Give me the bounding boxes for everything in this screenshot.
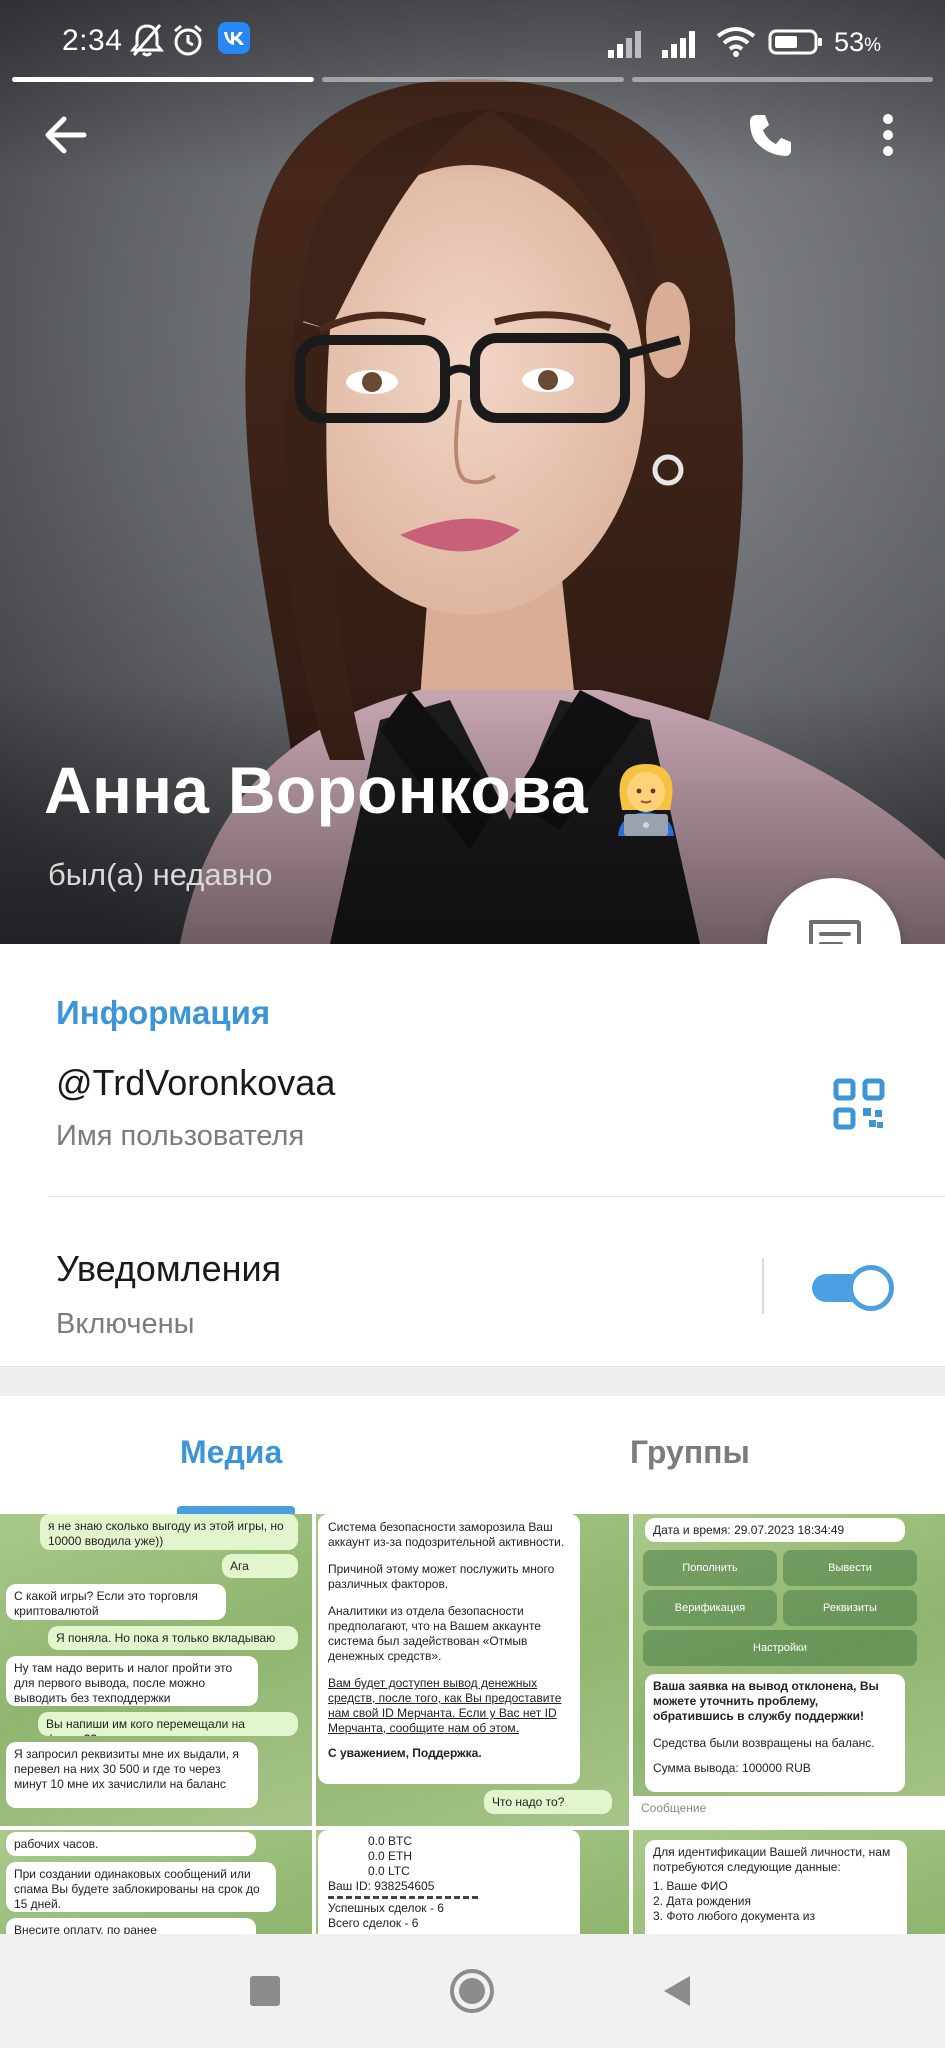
notifications-status: Включены <box>56 1308 195 1340</box>
message-text: 0.0 BTC <box>368 1834 413 1848</box>
system-navigation-bar <box>0 1934 945 2048</box>
username-caption: Имя пользователя <box>56 1120 305 1152</box>
media-grid: я не знаю сколько выгоду из этой игры, н… <box>0 1514 945 1934</box>
message-text: 0.0 LTC <box>368 1864 410 1878</box>
keyboard-button: Вывести <box>783 1550 917 1586</box>
chat-bubble: Внесите оплату, по ранее <box>6 1918 256 1934</box>
profile-header: 2:34 53% Анна Воронкова был(а) недавно <box>0 0 945 944</box>
more-vertical-icon <box>883 114 893 156</box>
media-thumbnail[interactable]: я не знаю сколько выгоду из этой игры, н… <box>0 1514 312 1826</box>
section-separator <box>0 1366 945 1396</box>
chat-bubble: я не знаю сколько выгоду из этой игры, н… <box>40 1514 298 1550</box>
message-text: Средства были возвращены на баланс. <box>653 1736 875 1750</box>
divider <box>48 1196 945 1197</box>
qr-code-icon[interactable] <box>833 1078 885 1130</box>
message-text: Ваша заявка на вывод отклонена, Вы может… <box>653 1679 879 1723</box>
message-text: 3. Фото любого документа из <box>653 1909 815 1923</box>
message-text: Сумма вывода: 100000 RUB <box>653 1761 811 1775</box>
info-section: Информация @TrdVoronkovaa Имя пользовате… <box>0 944 945 1366</box>
recent-apps-button[interactable] <box>240 1966 290 2016</box>
toggle-knob <box>848 1265 894 1311</box>
photo-progress-bar <box>632 77 933 82</box>
chat-bubble: Что надо то? <box>484 1790 612 1814</box>
chat-bubble-group: 0.0 BTC 0.0 ETH 0.0 LTC Ваш ID: 93825460… <box>318 1830 580 1934</box>
mute-icon <box>130 24 164 57</box>
notifications-label: Уведомления <box>56 1248 282 1289</box>
chat-bubble: Ага <box>222 1554 298 1578</box>
last-seen-status: был(а) недавно <box>48 857 273 892</box>
message-text: Система безопасности заморозила Ваш акка… <box>328 1520 565 1549</box>
tab-media[interactable]: Медиа <box>180 1434 282 1471</box>
tab-groups[interactable]: Группы <box>630 1434 750 1471</box>
message-input: Сообщение <box>633 1796 945 1826</box>
message-text: Успешных сделок - 6 <box>328 1901 444 1915</box>
notifications-row[interactable]: Уведомления Включены <box>0 1198 945 1366</box>
chat-bubble: С какой игры? Если это торговля криптова… <box>6 1584 226 1620</box>
arrow-left-icon <box>45 116 87 154</box>
media-thumbnail[interactable]: 0.0 BTC 0.0 ETH 0.0 LTC Ваш ID: 93825460… <box>316 1830 629 1934</box>
chat-bubble-group: Система безопасности заморозила Ваш акка… <box>318 1514 580 1784</box>
woman-technologist-emoji <box>618 764 674 836</box>
message-text: Аналитики из отдела безопасности предпол… <box>328 1604 541 1663</box>
chat-bubble-group: Для идентификации Вашей личности, нам по… <box>645 1840 907 1934</box>
more-options-button[interactable] <box>848 95 928 175</box>
photo-progress-bar <box>322 77 624 82</box>
chat-bubble: При создании одинаковых сообщений или сп… <box>6 1862 276 1912</box>
chat-bubble: Я запросил реквизиты мне их выдали, я пе… <box>6 1742 258 1808</box>
back-button[interactable] <box>26 95 106 175</box>
media-thumbnail[interactable]: Система безопасности заморозила Ваш акка… <box>316 1514 629 1826</box>
divider <box>328 1896 478 1899</box>
notifications-toggle[interactable] <box>812 1261 894 1311</box>
message-text: С уважением, Поддержка. <box>328 1746 482 1760</box>
chat-bubble: Я поняла. Но пока я только вкладываю <box>48 1626 298 1650</box>
vk-icon <box>218 22 250 54</box>
keyboard-button: Реквизиты <box>783 1590 917 1626</box>
chat-bubble: Вы напиши им кого перемещали на фирму?? <box>38 1712 298 1736</box>
message-text: Причиной этому может послужить много раз… <box>328 1562 555 1591</box>
battery-percent: 53% <box>834 27 881 57</box>
message-text: 1. Ваше ФИО <box>653 1879 728 1893</box>
vertical-divider <box>762 1258 764 1314</box>
battery-icon <box>768 29 822 55</box>
username-row[interactable]: @TrdVoronkovaa Имя пользователя <box>0 1052 945 1192</box>
media-thumbnail[interactable]: рабочих часов. При создании одинаковых с… <box>0 1830 312 1934</box>
active-tab-indicator <box>177 1506 295 1514</box>
status-bar: 2:34 53% <box>0 0 945 80</box>
keyboard-button: Верификация <box>643 1590 777 1626</box>
message-text: Для идентификации Вашей личности, нам по… <box>653 1845 891 1874</box>
profile-tabs: Медиа Группы <box>0 1396 945 1514</box>
photo-progress-bar <box>12 77 314 82</box>
alarm-icon <box>174 24 202 56</box>
username-value: @TrdVoronkovaa <box>56 1062 336 1103</box>
profile-name: Анна Воронкова <box>44 753 588 827</box>
keyboard-button: Пополнить <box>643 1550 777 1586</box>
home-button[interactable] <box>447 1966 497 2016</box>
message-text: Вам будет доступен вывод денежных средст… <box>328 1676 562 1735</box>
call-button[interactable] <box>731 95 811 175</box>
signal-icon <box>662 31 695 58</box>
chat-bubble: рабочих часов. <box>6 1832 256 1856</box>
phone-icon <box>750 115 791 156</box>
chat-bubble-group: Ваша заявка на вывод отклонена, Вы может… <box>645 1674 905 1792</box>
chat-bubble: Ну там надо верить и налог пройти это дл… <box>6 1656 258 1706</box>
system-back-button[interactable] <box>652 1966 702 2016</box>
status-time: 2:34 <box>62 24 123 57</box>
info-section-title: Информация <box>56 994 271 1031</box>
message-text: Ваш ID: 938254605 <box>328 1879 435 1893</box>
wifi-icon <box>716 27 756 57</box>
signal-icon <box>608 31 641 58</box>
media-thumbnail[interactable]: Дата и время: 29.07.2023 18:34:49 Пополн… <box>633 1514 945 1826</box>
message-text: Всего сделок - 6 <box>328 1916 419 1930</box>
keyboard-button: Настройки <box>643 1630 917 1666</box>
message-text: 2. Дата рождения <box>653 1894 751 1908</box>
chat-bubble: Дата и время: 29.07.2023 18:34:49 <box>645 1518 905 1542</box>
media-thumbnail[interactable]: Для идентификации Вашей личности, нам по… <box>633 1830 945 1934</box>
message-text: 0.0 ETH <box>368 1849 413 1863</box>
